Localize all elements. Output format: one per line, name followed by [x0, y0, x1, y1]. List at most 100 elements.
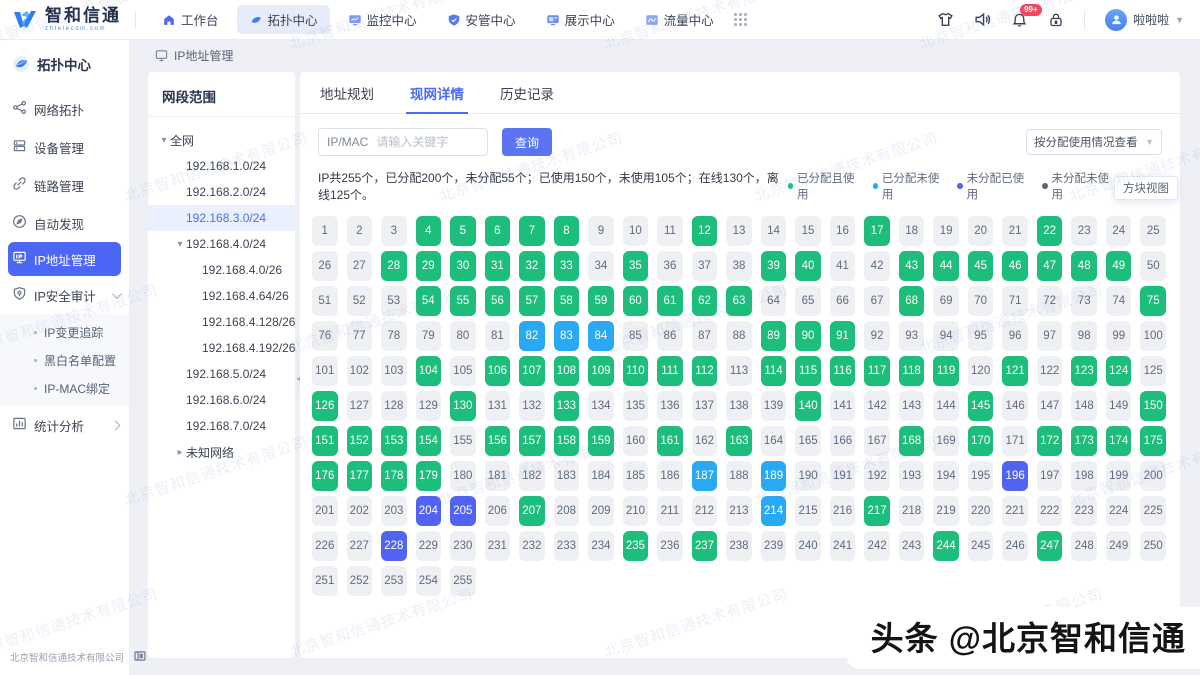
- tree-node[interactable]: 192.168.4.0/26: [148, 257, 295, 283]
- ip-cell[interactable]: 116: [830, 356, 856, 386]
- ip-cell[interactable]: 135: [623, 391, 649, 421]
- ip-cell[interactable]: 68: [899, 286, 925, 316]
- ip-cell[interactable]: 72: [1037, 286, 1063, 316]
- ip-cell[interactable]: 4: [416, 216, 442, 246]
- ip-cell[interactable]: 140: [795, 391, 821, 421]
- ip-cell[interactable]: 35: [623, 251, 649, 281]
- ip-cell[interactable]: 192: [864, 461, 890, 491]
- ip-cell[interactable]: 231: [485, 531, 511, 561]
- ip-cell[interactable]: 244: [933, 531, 959, 561]
- ip-cell[interactable]: 54: [416, 286, 442, 316]
- ip-cell[interactable]: 166: [830, 426, 856, 456]
- ip-cell[interactable]: 203: [381, 496, 407, 526]
- tree-node[interactable]: 192.168.3.0/24: [148, 205, 295, 231]
- ip-cell[interactable]: 245: [968, 531, 994, 561]
- ip-cell[interactable]: 212: [692, 496, 718, 526]
- ip-cell[interactable]: 247: [1037, 531, 1063, 561]
- nav-item-2[interactable]: 拓扑中心: [237, 5, 330, 34]
- ip-cell[interactable]: 175: [1140, 426, 1166, 456]
- tree-node[interactable]: ▾全网: [148, 127, 295, 153]
- ip-cell[interactable]: 142: [864, 391, 890, 421]
- ip-cell[interactable]: 137: [692, 391, 718, 421]
- ip-cell[interactable]: 222: [1037, 496, 1063, 526]
- ip-cell[interactable]: 59: [588, 286, 614, 316]
- tree-caret-icon[interactable]: ▾: [174, 239, 186, 250]
- sidebar-item[interactable]: IP地址管理: [8, 242, 121, 276]
- ip-cell[interactable]: 227: [347, 531, 373, 561]
- ip-cell[interactable]: 139: [761, 391, 787, 421]
- ip-cell[interactable]: 104: [416, 356, 442, 386]
- ip-cell[interactable]: 249: [1106, 531, 1132, 561]
- ip-cell[interactable]: 66: [830, 286, 856, 316]
- ip-cell[interactable]: 58: [554, 286, 580, 316]
- ip-cell[interactable]: 168: [899, 426, 925, 456]
- ip-cell[interactable]: 63: [726, 286, 752, 316]
- ip-cell[interactable]: 56: [485, 286, 511, 316]
- ip-cell[interactable]: 251: [312, 566, 338, 596]
- ip-cell[interactable]: 233: [554, 531, 580, 561]
- ip-cell[interactable]: 106: [485, 356, 511, 386]
- tree-caret-icon[interactable]: ▸: [174, 447, 186, 458]
- ip-cell[interactable]: 134: [588, 391, 614, 421]
- ip-cell[interactable]: 164: [761, 426, 787, 456]
- ip-cell[interactable]: 246: [1002, 531, 1028, 561]
- ip-cell[interactable]: 110: [623, 356, 649, 386]
- ip-cell[interactable]: 18: [899, 216, 925, 246]
- ip-cell[interactable]: 193: [899, 461, 925, 491]
- ip-cell[interactable]: 112: [692, 356, 718, 386]
- ip-cell[interactable]: 223: [1071, 496, 1097, 526]
- ip-cell[interactable]: 190: [795, 461, 821, 491]
- lock-icon[interactable]: [1048, 12, 1064, 28]
- ip-cell[interactable]: 14: [761, 216, 787, 246]
- ip-cell[interactable]: 47: [1037, 251, 1063, 281]
- ip-cell[interactable]: 121: [1002, 356, 1028, 386]
- ip-cell[interactable]: 177: [347, 461, 373, 491]
- tree-node[interactable]: 192.168.6.0/24: [148, 387, 295, 413]
- ip-cell[interactable]: 98: [1071, 321, 1097, 351]
- ip-cell[interactable]: 219: [933, 496, 959, 526]
- ip-cell[interactable]: 69: [933, 286, 959, 316]
- sidebar-item[interactable]: 设备管理: [0, 128, 129, 166]
- ip-cell[interactable]: 132: [519, 391, 545, 421]
- view-mode-select[interactable]: 按分配使用情况查看 ▼: [1026, 129, 1162, 155]
- ip-cell[interactable]: 78: [381, 321, 407, 351]
- ip-cell[interactable]: 156: [485, 426, 511, 456]
- announcement-speaker-icon[interactable]: [974, 11, 991, 28]
- nav-item-5[interactable]: 展示中心: [534, 5, 627, 34]
- ip-cell[interactable]: 102: [347, 356, 373, 386]
- ip-cell[interactable]: 96: [1002, 321, 1028, 351]
- ip-cell[interactable]: 93: [899, 321, 925, 351]
- ip-cell[interactable]: 86: [657, 321, 683, 351]
- ip-cell[interactable]: 12: [692, 216, 718, 246]
- ip-cell[interactable]: 158: [554, 426, 580, 456]
- ip-cell[interactable]: 228: [381, 531, 407, 561]
- nav-item-4[interactable]: 安管中心: [435, 5, 528, 34]
- ip-cell[interactable]: 80: [450, 321, 476, 351]
- ip-cell[interactable]: 99: [1106, 321, 1132, 351]
- ip-cell[interactable]: 197: [1037, 461, 1063, 491]
- ip-cell[interactable]: 64: [761, 286, 787, 316]
- ip-cell[interactable]: 53: [381, 286, 407, 316]
- ip-cell[interactable]: 151: [312, 426, 338, 456]
- ip-cell[interactable]: 16: [830, 216, 856, 246]
- ip-cell[interactable]: 5: [450, 216, 476, 246]
- ip-cell[interactable]: 216: [830, 496, 856, 526]
- ip-cell[interactable]: 220: [968, 496, 994, 526]
- ip-cell[interactable]: 75: [1140, 286, 1166, 316]
- ip-cell[interactable]: 178: [381, 461, 407, 491]
- ip-cell[interactable]: 183: [554, 461, 580, 491]
- sidebar-subitem[interactable]: 黑白名单配置: [0, 346, 129, 374]
- ip-cell[interactable]: 133: [554, 391, 580, 421]
- ip-cell[interactable]: 141: [830, 391, 856, 421]
- ip-cell[interactable]: 11: [657, 216, 683, 246]
- ip-cell[interactable]: 125: [1140, 356, 1166, 386]
- ip-mac-search[interactable]: IP/MAC: [318, 128, 488, 156]
- ip-cell[interactable]: 221: [1002, 496, 1028, 526]
- ip-cell[interactable]: 27: [347, 251, 373, 281]
- search-input[interactable]: [376, 135, 479, 149]
- sidebar-collapse-icon[interactable]: [130, 647, 150, 665]
- ip-cell[interactable]: 79: [416, 321, 442, 351]
- ip-cell[interactable]: 73: [1071, 286, 1097, 316]
- ip-cell[interactable]: 101: [312, 356, 338, 386]
- ip-cell[interactable]: 61: [657, 286, 683, 316]
